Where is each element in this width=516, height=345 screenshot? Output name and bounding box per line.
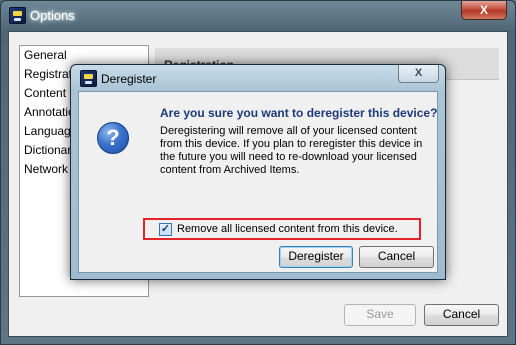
message-line: from this device. If you plan to reregis… (160, 138, 423, 150)
message-line: Deregistering will remove all of your li… (160, 125, 417, 137)
deregister-dialog: Deregister X ? Are you sure you want to … (70, 64, 446, 280)
window-title: Options (30, 8, 75, 23)
close-button[interactable]: X (461, 1, 507, 20)
deregister-button[interactable]: Deregister (279, 246, 353, 268)
dialog-cancel-button[interactable]: Cancel (359, 246, 434, 268)
close-icon: X (414, 67, 423, 79)
message-line: content from Archived Items. (160, 164, 300, 176)
remove-content-checkbox[interactable]: ✓ (159, 223, 172, 236)
message-line: the future you will need to re-download … (160, 151, 417, 163)
app-icon (9, 7, 26, 24)
save-button[interactable]: Save (344, 304, 416, 326)
dialog-content: ? Are you sure you want to deregister th… (78, 91, 438, 273)
dialog-app-icon (80, 70, 97, 87)
dialog-message: Deregistering will remove all of your li… (160, 125, 430, 177)
dialog-close-button[interactable]: X (398, 65, 439, 83)
dialog-title: Deregister (101, 72, 157, 86)
remove-content-label[interactable]: Remove all licensed content from this de… (177, 223, 398, 236)
dialog-heading: Are you sure you want to deregister this… (160, 106, 438, 120)
close-icon: X (479, 3, 488, 17)
question-icon: ? (97, 122, 129, 154)
check-icon: ✓ (160, 223, 171, 235)
cancel-button[interactable]: Cancel (424, 304, 499, 326)
options-titlebar[interactable]: Options X (1, 1, 515, 31)
sidebar-item-general[interactable]: General (20, 46, 148, 65)
